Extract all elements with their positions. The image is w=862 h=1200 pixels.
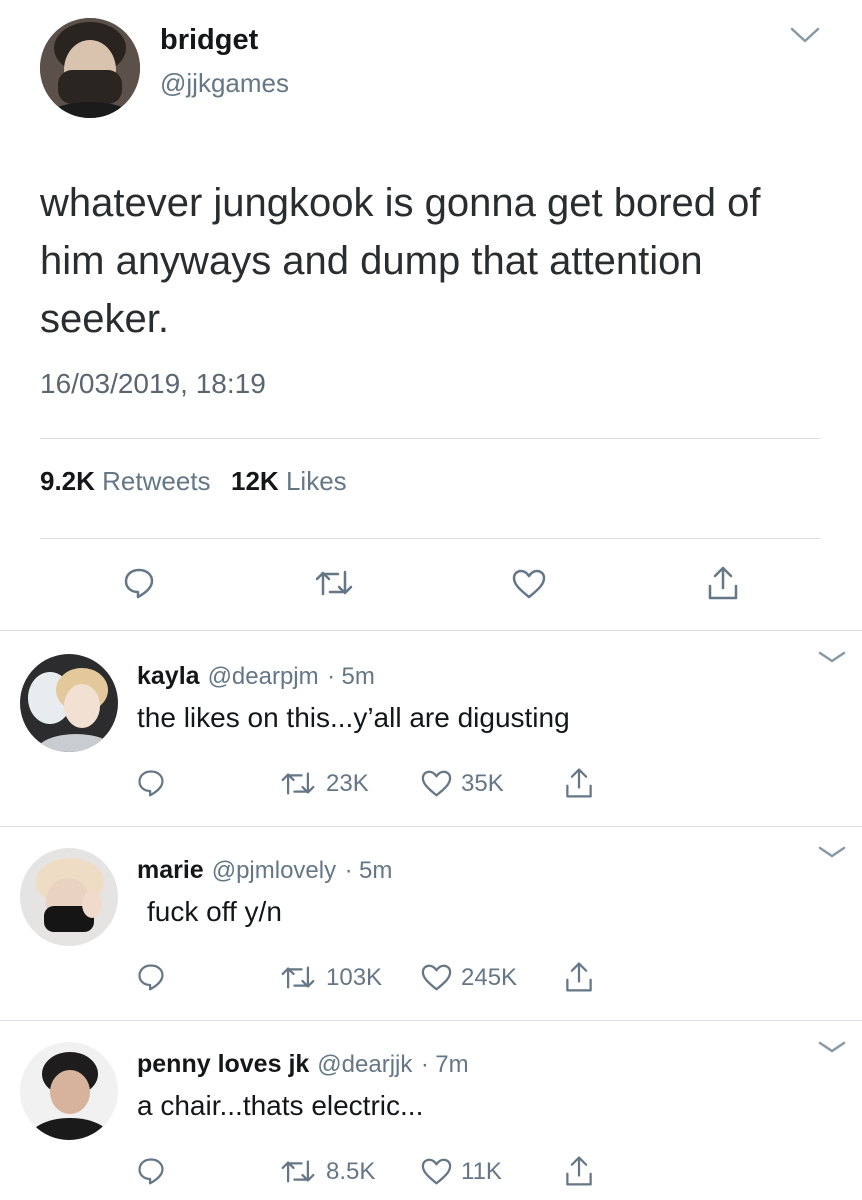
avatar-image	[20, 1042, 118, 1140]
retweet-count[interactable]: 8.5K	[326, 1158, 375, 1186]
reply-header: marie @pjmlovely · 5m	[137, 856, 392, 885]
display-name[interactable]: marie	[137, 856, 204, 884]
chevron-down-icon[interactable]	[818, 1040, 846, 1054]
avatar-image	[20, 848, 118, 946]
reply-icon[interactable]	[136, 768, 166, 798]
like-count[interactable]: 35K	[461, 770, 504, 798]
avatar[interactable]	[40, 18, 140, 118]
tweet-text: the likes on this...y’all are digusting	[137, 702, 570, 733]
chevron-down-icon[interactable]	[790, 26, 820, 44]
share-icon[interactable]	[563, 766, 595, 800]
reply-header: penny loves jk @dearjjk · 7m	[137, 1050, 469, 1079]
time[interactable]: 5m	[359, 857, 392, 884]
engagement-stats: 9.2K Retweets 12K Likes	[40, 466, 347, 497]
divider	[40, 538, 820, 539]
reply-icon[interactable]	[122, 566, 156, 600]
share-icon[interactable]	[563, 1154, 595, 1188]
heart-icon[interactable]	[511, 568, 547, 600]
retweet-icon[interactable]	[280, 770, 316, 797]
heart-icon[interactable]	[420, 769, 453, 798]
retweet-icon[interactable]	[280, 1158, 316, 1185]
divider	[0, 1020, 862, 1021]
avatar[interactable]	[20, 654, 118, 752]
heart-icon[interactable]	[420, 963, 453, 992]
handle[interactable]: @jjkgames	[160, 68, 289, 99]
tweet-text: whatever jungkook is gonna get bored of …	[40, 181, 761, 341]
separator: ·	[327, 663, 336, 690]
separator: ·	[420, 1051, 429, 1078]
time[interactable]: 7m	[435, 1051, 468, 1078]
handle[interactable]: @dearjjk	[317, 1051, 412, 1078]
retweet-count[interactable]: 23K	[326, 770, 369, 798]
display-name[interactable]: bridget	[160, 24, 258, 57]
like-count[interactable]: 11K	[461, 1158, 502, 1186]
retweet-label[interactable]: Retweets	[102, 466, 210, 496]
chevron-down-icon[interactable]	[818, 650, 846, 664]
like-count[interactable]: 12K	[231, 466, 279, 496]
time[interactable]: 5m	[342, 663, 375, 690]
like-count[interactable]: 245K	[461, 964, 517, 992]
retweet-count[interactable]: 103K	[326, 964, 382, 992]
timestamp[interactable]: 16/03/2019, 18:19	[40, 368, 266, 400]
share-icon[interactable]	[706, 564, 740, 602]
avatar[interactable]	[20, 1042, 118, 1140]
display-name[interactable]: kayla	[137, 662, 200, 690]
handle[interactable]: @pjmlovely	[212, 857, 336, 884]
chevron-down-icon[interactable]	[818, 845, 846, 859]
display-name[interactable]: penny loves jk	[137, 1050, 309, 1078]
handle[interactable]: @dearpjm	[208, 663, 319, 690]
retweet-icon[interactable]	[280, 964, 316, 991]
retweet-count[interactable]: 9.2K	[40, 466, 95, 496]
divider	[40, 438, 820, 439]
avatar-image	[40, 18, 140, 118]
tweet-text: a chair...thats electric...	[137, 1090, 424, 1121]
like-label[interactable]: Likes	[286, 466, 347, 496]
reply-header: kayla @dearpjm · 5m	[137, 662, 375, 691]
share-icon[interactable]	[563, 960, 595, 994]
avatar[interactable]	[20, 848, 118, 946]
reply-icon[interactable]	[136, 1156, 166, 1186]
divider	[0, 826, 862, 827]
reply-icon[interactable]	[136, 962, 166, 992]
separator: ·	[344, 857, 353, 884]
divider	[0, 630, 862, 631]
tweet-text: fuck off y/n	[147, 896, 282, 927]
avatar-image	[20, 654, 118, 752]
heart-icon[interactable]	[420, 1157, 453, 1186]
retweet-icon[interactable]	[314, 568, 354, 598]
